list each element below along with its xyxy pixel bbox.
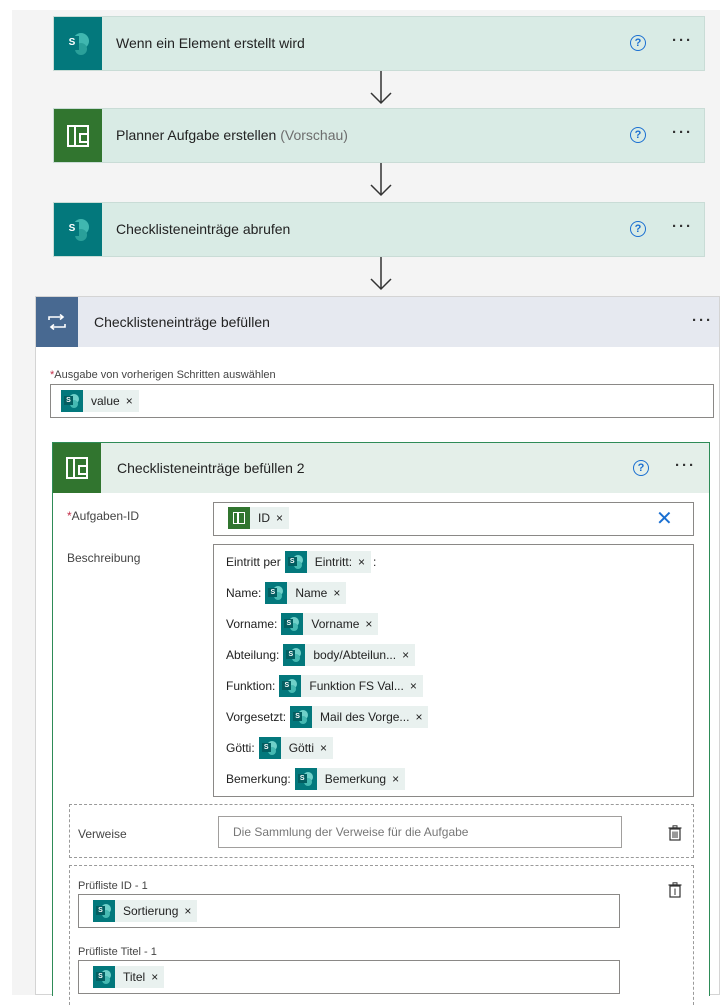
- sharepoint-icon: S: [93, 966, 115, 988]
- help-icon[interactable]: ?: [630, 35, 646, 51]
- dynamic-token-titel[interactable]: S Titel ×: [93, 966, 165, 988]
- sharepoint-icon: S: [93, 900, 115, 922]
- sharepoint-icon: S: [258, 737, 281, 759]
- remove-token-icon[interactable]: ×: [358, 551, 372, 573]
- output-field-label: *Ausgabe von vorherigen Schritten auswäh…: [50, 369, 276, 381]
- step-planner-create-task[interactable]: Planner Aufgabe erstellen (Vorschau) ? ·…: [53, 108, 705, 163]
- more-options-icon[interactable]: ···: [672, 32, 693, 49]
- task-id-input[interactable]: ID × ✕: [213, 502, 694, 536]
- help-icon[interactable]: ?: [630, 221, 646, 237]
- checklist-id-input[interactable]: S Sortierung ×: [78, 894, 620, 928]
- sharepoint-icon: S: [290, 706, 313, 728]
- clear-field-icon[interactable]: ✕: [656, 509, 673, 529]
- description-line: Funktion: S Funktion FS Val... ×: [226, 675, 423, 697]
- sharepoint-icon: S: [54, 203, 102, 256]
- checklist-title-label: Prüfliste Titel - 1: [78, 946, 157, 958]
- inner-action-header[interactable]: Checklisteneinträge befüllen 2 ? ···: [53, 443, 709, 493]
- remove-token-icon[interactable]: ×: [402, 644, 416, 666]
- planner-icon: [54, 109, 102, 162]
- remove-token-icon[interactable]: ×: [125, 390, 139, 412]
- description-line: Name: S Name ×: [226, 582, 347, 604]
- output-select-input[interactable]: S value ×: [50, 384, 714, 418]
- step-title: Wenn ein Element erstellt wird: [116, 35, 305, 51]
- remove-token-icon[interactable]: ×: [365, 613, 379, 635]
- more-options-icon[interactable]: ···: [672, 124, 693, 141]
- checklist-title-input[interactable]: S Titel ×: [78, 960, 620, 994]
- checklist-array-box: Prüfliste ID - 1 S Sortierung × Prüflist…: [69, 865, 694, 1005]
- dynamic-token[interactable]: S Eintritt: ×: [284, 551, 372, 573]
- sharepoint-icon: S: [279, 675, 302, 697]
- description-line: Abteilung: S body/Abteilun... ×: [226, 644, 416, 666]
- dynamic-token[interactable]: S Götti ×: [258, 737, 334, 759]
- arrow-down-icon: [370, 71, 392, 105]
- task-id-label: *Aufgaben-ID: [67, 509, 140, 523]
- sharepoint-icon: S: [265, 582, 288, 604]
- references-input[interactable]: Die Sammlung der Verweise für die Aufgab…: [218, 816, 622, 848]
- apply-to-each-container: Checklisteneinträge befüllen ··· *Ausgab…: [35, 296, 720, 1005]
- planner-icon: [53, 443, 101, 493]
- references-label: Verweise: [78, 827, 127, 841]
- sharepoint-icon: S: [284, 551, 307, 573]
- checklist-id-label: Prüfliste ID - 1: [78, 880, 148, 892]
- description-line: Vorname: S Vorname ×: [226, 613, 379, 635]
- description-label: Beschreibung: [67, 551, 141, 565]
- dynamic-token-id[interactable]: ID ×: [228, 507, 290, 529]
- loop-header[interactable]: Checklisteneinträge befüllen ···: [36, 297, 719, 347]
- description-input[interactable]: Eintritt per S Eintritt: × : Name: S Nam…: [213, 544, 694, 797]
- sharepoint-icon: S: [61, 390, 83, 412]
- remove-token-icon[interactable]: ×: [409, 675, 423, 697]
- add-checklist-item-action: Checklisteneinträge befüllen 2 ? ··· *Au…: [52, 442, 710, 1005]
- step-title: Checklisteneinträge abrufen: [116, 221, 291, 237]
- dynamic-token-sortierung[interactable]: S Sortierung ×: [93, 900, 198, 922]
- remove-token-icon[interactable]: ×: [320, 737, 334, 759]
- remove-token-icon[interactable]: ×: [151, 966, 165, 988]
- description-line: Vorgesetzt: S Mail des Vorge... ×: [226, 706, 429, 728]
- remove-token-icon[interactable]: ×: [415, 706, 429, 728]
- step-trigger-card[interactable]: S Wenn ein Element erstellt wird ? ···: [53, 16, 705, 71]
- sharepoint-icon: S: [294, 768, 317, 790]
- more-options-icon[interactable]: ···: [692, 312, 713, 329]
- dynamic-token[interactable]: S Mail des Vorge... ×: [290, 706, 429, 728]
- remove-token-icon[interactable]: ×: [333, 582, 347, 604]
- arrow-down-icon: [370, 163, 392, 197]
- dynamic-token[interactable]: S Vorname ×: [281, 613, 379, 635]
- remove-token-icon[interactable]: ×: [276, 507, 290, 529]
- planner-icon: [228, 507, 250, 529]
- references-array-box: Verweise Die Sammlung der Verweise für d…: [69, 804, 694, 858]
- dynamic-token[interactable]: S body/Abteilun... ×: [283, 644, 416, 666]
- sharepoint-icon: S: [281, 613, 304, 635]
- delete-array-icon[interactable]: [668, 825, 682, 841]
- dynamic-token-value[interactable]: S value ×: [61, 390, 139, 412]
- description-line: Götti: S Götti ×: [226, 737, 334, 759]
- description-line: Eintritt per S Eintritt: × :: [226, 551, 376, 573]
- delete-array-icon[interactable]: [668, 882, 682, 898]
- description-line: Bemerkung: S Bemerkung ×: [226, 768, 406, 790]
- loop-icon: [36, 297, 78, 347]
- sharepoint-icon: S: [54, 17, 102, 70]
- dynamic-token[interactable]: S Bemerkung ×: [294, 768, 406, 790]
- inner-action-title: Checklisteneinträge befüllen 2: [117, 460, 305, 476]
- dynamic-token[interactable]: S Name ×: [265, 582, 347, 604]
- arrow-down-icon: [370, 257, 392, 291]
- loop-title: Checklisteneinträge befüllen: [94, 314, 270, 330]
- dynamic-token[interactable]: S Funktion FS Val... ×: [279, 675, 423, 697]
- help-icon[interactable]: ?: [630, 127, 646, 143]
- remove-token-icon[interactable]: ×: [184, 900, 198, 922]
- help-icon[interactable]: ?: [633, 460, 649, 476]
- more-options-icon[interactable]: ···: [672, 218, 693, 235]
- sharepoint-icon: S: [283, 644, 306, 666]
- step-get-checklist-items[interactable]: S Checklisteneinträge abrufen ? ···: [53, 202, 705, 257]
- more-options-icon[interactable]: ···: [675, 457, 696, 474]
- step-title: Planner Aufgabe erstellen (Vorschau): [116, 127, 348, 143]
- remove-token-icon[interactable]: ×: [392, 768, 406, 790]
